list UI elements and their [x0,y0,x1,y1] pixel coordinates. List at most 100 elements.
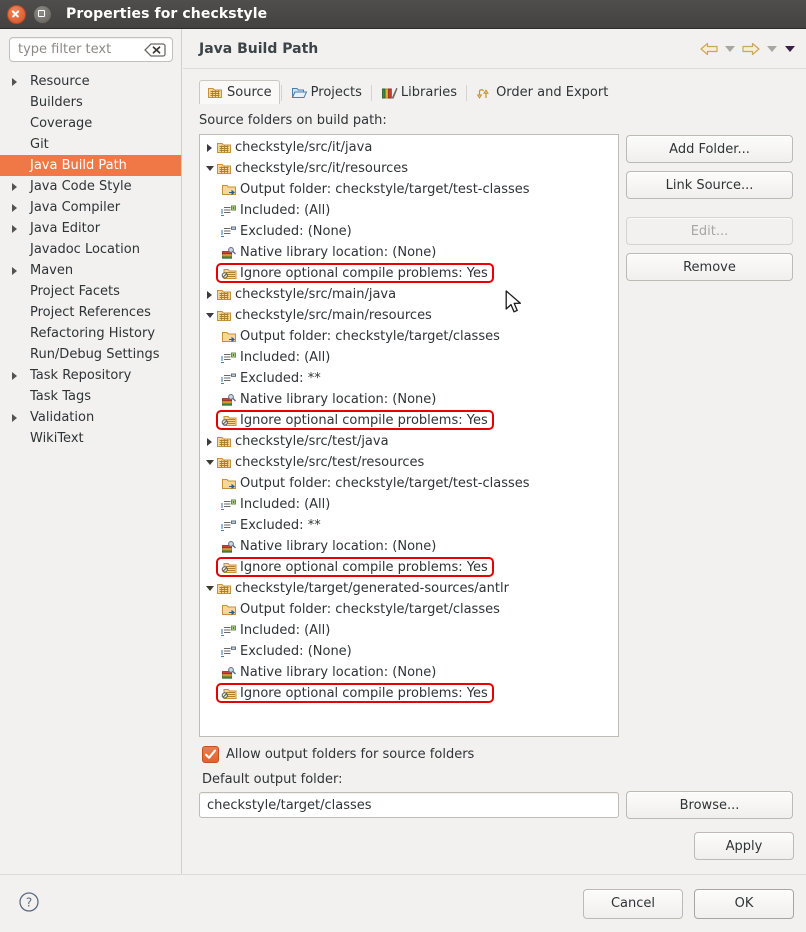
source-tree-row[interactable]: checkstyle/src/it/resources [200,158,618,179]
sidebar-item-coverage[interactable]: Coverage [0,113,181,134]
source-tree-row[interactable]: Included: (All) [200,200,618,221]
sidebar-item-maven[interactable]: Maven [0,260,181,281]
maximize-window-icon[interactable] [33,4,52,24]
ignore-problems-icon [221,413,238,429]
source-tree-row-content: Native library location: (None) [200,245,436,261]
sidebar-item-task-repository[interactable]: Task Repository [0,365,181,386]
ok-button[interactable]: OK [694,888,794,919]
source-tree-row[interactable]: Output folder: checkstyle/target/test-cl… [200,179,618,200]
tab-source[interactable]: Source [199,80,280,104]
source-tree-row-label: checkstyle/src/it/java [235,140,373,155]
back-arrow-icon[interactable] [698,39,720,59]
source-tree-row[interactable]: checkstyle/src/test/resources [200,452,618,473]
sidebar-item-git[interactable]: Git [0,134,181,155]
source-folder-icon [216,287,233,303]
remove-button[interactable]: Remove [626,253,793,281]
chevron-right-icon[interactable] [203,437,216,446]
source-tree-row-content: Native library location: (None) [200,392,436,408]
source-tree-row[interactable]: checkstyle/src/it/java [200,137,618,158]
sidebar-item-validation[interactable]: Validation [0,407,181,428]
source-tree-row[interactable]: Ignore optional compile problems: Yes [200,683,618,704]
source-tree-row[interactable]: Ignore optional compile problems: Yes [200,410,618,431]
source-tree-row[interactable]: Included: (All) [200,494,618,515]
default-output-folder-input[interactable]: checkstyle/target/classes [199,792,619,818]
tab-libraries[interactable]: Libraries [373,80,465,104]
filter-box[interactable] [9,37,173,62]
source-tree-row[interactable]: checkstyle/target/generated-sources/antl… [200,578,618,599]
forward-arrow-icon[interactable] [740,39,762,59]
clear-filter-icon[interactable] [144,42,166,58]
source-tree-row[interactable]: Output folder: checkstyle/target/test-cl… [200,473,618,494]
help-icon[interactable]: ? [18,891,40,917]
source-tree-row[interactable]: Ignore optional compile problems: Yes [200,557,618,578]
tab-projects[interactable]: Projects [283,80,370,104]
apply-button[interactable]: Apply [694,832,794,860]
source-tree-row[interactable]: Native library location: (None) [200,242,618,263]
chevron-down-icon[interactable] [203,313,216,318]
chevron-right-icon[interactable] [6,413,22,422]
sidebar-item-java-compiler[interactable]: Java Compiler [0,197,181,218]
source-action-buttons: Add Folder... Link Source... Edit... Remove [626,134,793,281]
tab-order-and-export[interactable]: Order and Export [468,80,616,104]
close-window-icon[interactable] [7,4,26,24]
cancel-button[interactable]: Cancel [583,888,683,919]
chevron-right-icon[interactable] [6,203,22,212]
allow-output-folders-checkbox[interactable] [202,746,219,763]
sidebar-item-resource[interactable]: Resource [0,71,181,92]
source-tree-row[interactable]: Native library location: (None) [200,389,618,410]
chevron-down-icon[interactable] [203,460,216,465]
excluded-icon [221,644,238,660]
source-tree-row[interactable]: Excluded: (None) [200,641,618,662]
sidebar-item-refactoring-history[interactable]: Refactoring History [0,323,181,344]
sidebar-item-javadoc-location[interactable]: Javadoc Location [0,239,181,260]
chevron-right-icon[interactable] [203,143,216,152]
link-source-button[interactable]: Link Source... [626,171,793,199]
source-tree-row[interactable]: Native library location: (None) [200,536,618,557]
sidebar-item-project-references[interactable]: Project References [0,302,181,323]
source-tree-row-content: Ignore optional compile problems: Yes [200,686,488,702]
add-folder-button[interactable]: Add Folder... [626,135,793,163]
source-tree-row[interactable]: Output folder: checkstyle/target/classes [200,326,618,347]
dialog-body: Resource Builders Coverage Git Java Build Pa… [0,29,806,932]
source-tree-row[interactable]: Excluded: ** [200,368,618,389]
sidebar-item-wikitext[interactable]: WikiText [0,428,181,449]
allow-output-folders-row[interactable]: Allow output folders for source folders [202,746,794,763]
forward-dropdown-icon[interactable] [764,39,780,59]
back-dropdown-icon[interactable] [722,39,738,59]
chevron-right-icon[interactable] [6,224,22,233]
source-tree-row[interactable]: Excluded: ** [200,515,618,536]
source-tree-row-content: checkstyle/src/main/java [200,287,396,303]
chevron-right-icon[interactable] [6,266,22,275]
source-tree-row[interactable]: Included: (All) [200,347,618,368]
chevron-right-icon[interactable] [6,371,22,380]
sidebar-item-builders[interactable]: Builders [0,92,181,113]
sidebar-item-project-facets[interactable]: Project Facets [0,281,181,302]
apply-row: Apply [199,832,794,860]
source-tree-row[interactable]: Excluded: (None) [200,221,618,242]
sidebar-item-java-editor[interactable]: Java Editor [0,218,181,239]
chevron-down-icon[interactable] [203,586,216,591]
sidebar-item-run-debug-settings[interactable]: Run/Debug Settings [0,344,181,365]
source-tree-row[interactable]: Included: (All) [200,620,618,641]
source-tree-row-label: Excluded: (None) [240,224,352,239]
ignore-problems-icon [221,560,238,576]
source-folders-list[interactable]: checkstyle/src/it/java checkstyle/src/it/… [199,134,619,737]
source-tree-row[interactable]: Output folder: checkstyle/target/classes [200,599,618,620]
sidebar-item-label: Java Compiler [30,200,121,215]
filter-input[interactable] [10,42,144,57]
chevron-down-icon[interactable] [203,166,216,171]
chevron-right-icon[interactable] [6,182,22,191]
source-tree-row[interactable]: Ignore optional compile problems: Yes [200,263,618,284]
source-tree-row[interactable]: checkstyle/src/test/java [200,431,618,452]
chevron-right-icon[interactable] [203,290,216,299]
chevron-right-icon[interactable] [6,77,22,86]
order-export-icon [476,85,493,101]
sidebar-item-java-code-style[interactable]: Java Code Style [0,176,181,197]
sidebar-item-task-tags[interactable]: Task Tags [0,386,181,407]
source-tree-row[interactable]: Native library location: (None) [200,662,618,683]
view-menu-icon[interactable] [782,39,798,59]
sidebar-item-java-build-path[interactable]: Java Build Path [0,155,181,176]
source-tree-row[interactable]: checkstyle/src/main/resources [200,305,618,326]
source-tree-row[interactable]: checkstyle/src/main/java [200,284,618,305]
browse-button[interactable]: Browse... [626,791,793,819]
